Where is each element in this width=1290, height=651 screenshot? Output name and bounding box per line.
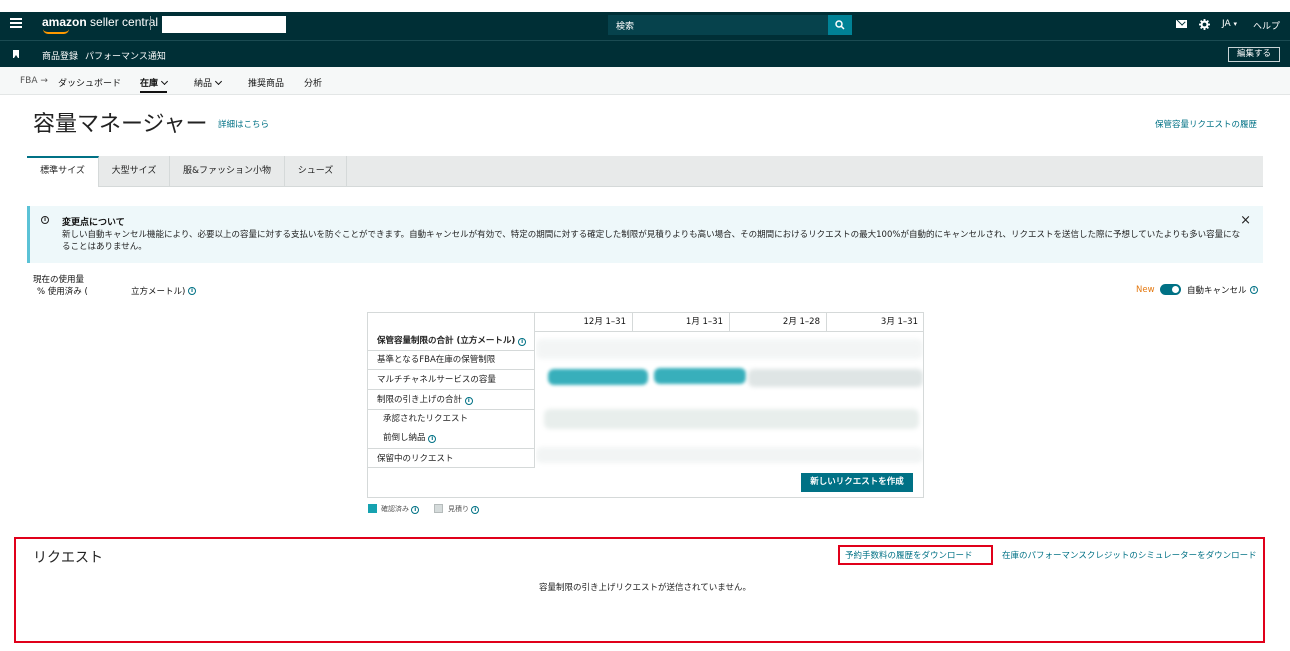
help-link[interactable]: ヘルプ bbox=[1253, 19, 1280, 32]
legend-confirmed: 確認済み i bbox=[381, 504, 420, 514]
tab-apparel[interactable]: 服&ファッション小物 bbox=[170, 156, 285, 187]
info-icon[interactable]: i bbox=[471, 506, 480, 514]
bookmark-bar: 商品登録 パフォーマンス通知 編集する bbox=[0, 40, 1290, 67]
legend-swatch-confirmed bbox=[368, 504, 377, 513]
info-icon[interactable]: i bbox=[411, 506, 420, 514]
info-icon[interactable]: i bbox=[1250, 286, 1258, 294]
capacity-table-header: 12月 1–31 1月 1–31 2月 1–28 3月 1–31 bbox=[534, 312, 924, 332]
mail-icon[interactable] bbox=[1176, 20, 1187, 28]
row-label: 保管容量制限の合計 (立方メートル) bbox=[377, 336, 516, 346]
create-new-request-button[interactable]: 新しいリクエストを作成 bbox=[801, 473, 913, 492]
auto-cancel-label: 自動キャンセル bbox=[1187, 286, 1247, 296]
chart-bar-estimated bbox=[536, 339, 923, 359]
breadcrumb-label: FBA bbox=[20, 76, 38, 86]
account-switcher[interactable] bbox=[162, 16, 286, 33]
info-icon[interactable]: i bbox=[464, 397, 473, 405]
info-icon[interactable]: i bbox=[428, 435, 437, 443]
menu-icon[interactable] bbox=[10, 18, 22, 28]
row-pending-requests: 保留中のリクエスト bbox=[367, 448, 535, 468]
legend-swatch-estimated bbox=[434, 504, 443, 513]
details-link[interactable]: 詳細はこちら bbox=[218, 118, 269, 130]
nav-recommendations[interactable]: 推奨商品 bbox=[248, 76, 284, 89]
legend-estimated: 見積り i bbox=[448, 504, 480, 514]
search-input[interactable]: 検索 bbox=[608, 15, 828, 35]
row-increase-total: 制限の引き上げの合計 i bbox=[367, 390, 535, 410]
nav-analytics[interactable]: 分析 bbox=[304, 76, 322, 89]
column-header: 12月 1–31 bbox=[534, 312, 632, 332]
edit-bookmarks-button[interactable]: 編集する bbox=[1228, 47, 1280, 62]
top-bar: amazon seller central 検索 JA ▾ ヘルプ bbox=[0, 0, 1290, 40]
column-header: 2月 1–28 bbox=[729, 312, 826, 332]
usage-percent: % 使用済み ( bbox=[37, 287, 88, 297]
divider bbox=[150, 16, 151, 30]
legend-label: 確認済み bbox=[381, 505, 409, 513]
nav-dashboard[interactable]: ダッシュボード bbox=[58, 76, 121, 89]
current-usage-label: 現在の使用量 bbox=[33, 275, 85, 285]
tab-oversize[interactable]: 大型サイズ bbox=[99, 156, 170, 187]
nav-shipments-label: 納品 bbox=[194, 79, 213, 89]
row-mcf-capacity: マルチチャネルサービスの容量 bbox=[367, 370, 535, 390]
search-button[interactable] bbox=[828, 15, 852, 35]
chevron-down-icon bbox=[160, 77, 169, 86]
new-badge: New bbox=[1136, 285, 1155, 295]
auto-cancel-toggle[interactable] bbox=[1160, 284, 1181, 295]
tab-shoes[interactable]: シューズ bbox=[285, 156, 347, 187]
change-notice-alert: i 変更点について 新しい自動キャンセル機能により、必要以上の容量に対する支払い… bbox=[27, 206, 1263, 263]
search-icon bbox=[835, 20, 845, 30]
row-early-shipment: 前倒し納品 i bbox=[367, 428, 535, 448]
breadcrumb-fba[interactable]: FBA → bbox=[20, 76, 48, 86]
size-tabs: 標準サイズ 大型サイズ 服&ファッション小物 シューズ bbox=[27, 156, 1263, 187]
requests-title: リクエスト bbox=[33, 550, 103, 566]
chart-bar-estimated bbox=[544, 409, 919, 429]
bookmark-icon bbox=[13, 50, 19, 58]
row-approved-requests: 承認されたリクエスト bbox=[367, 409, 535, 429]
fba-nav: FBA → ダッシュボード 在庫 納品 推奨商品 分析 bbox=[0, 67, 1290, 95]
legend-label: 見積り bbox=[448, 505, 469, 513]
download-simulator-link[interactable]: 在庫のパフォーマンスクレジットのシミュレーターをダウンロード bbox=[1002, 549, 1257, 561]
bookmark-item-performance[interactable]: パフォーマンス通知 bbox=[85, 49, 166, 62]
logo-brand: amazon bbox=[42, 15, 87, 29]
chart-bar-estimated bbox=[748, 369, 923, 387]
gear-icon[interactable] bbox=[1199, 19, 1210, 30]
close-icon[interactable]: × bbox=[1240, 213, 1251, 228]
alert-body: 新しい自動キャンセル機能により、必要以上の容量に対する支払いを防ぐことができます… bbox=[62, 230, 1241, 252]
row-base-limit: 基準となるFBA在庫の保管制限 bbox=[367, 350, 535, 370]
chevron-down-icon: ▾ bbox=[1233, 20, 1238, 28]
info-icon[interactable]: i bbox=[188, 287, 196, 295]
nav-inventory-label: 在庫 bbox=[140, 79, 159, 89]
usage-unit: 立方メートル) bbox=[131, 287, 186, 297]
empty-requests-message: 容量制限の引き上げリクエストが送信されていません。 bbox=[539, 583, 751, 593]
info-icon: i bbox=[41, 216, 49, 224]
arrow-right-icon: → bbox=[40, 76, 48, 86]
chart-bar-confirmed bbox=[654, 368, 746, 384]
column-header: 1月 1–31 bbox=[632, 312, 729, 332]
chart-bar-estimated bbox=[536, 447, 923, 463]
bookmark-item-listing[interactable]: 商品登録 bbox=[42, 49, 78, 62]
search-placeholder: 検索 bbox=[616, 22, 635, 32]
logo-product: seller central bbox=[90, 15, 159, 29]
row-label: 前倒し納品 bbox=[383, 433, 426, 443]
row-total-limit: 保管容量制限の合計 (立方メートル) i bbox=[367, 331, 535, 351]
info-icon[interactable]: i bbox=[518, 338, 527, 346]
logo-smile-icon bbox=[43, 29, 69, 34]
chart-bar-confirmed bbox=[548, 369, 648, 385]
nav-shipments[interactable]: 納品 bbox=[194, 76, 223, 89]
chevron-down-icon bbox=[214, 77, 223, 86]
nav-inventory[interactable]: 在庫 bbox=[140, 76, 169, 93]
alert-title: 変更点について bbox=[62, 218, 125, 228]
tab-standard-size[interactable]: 標準サイズ bbox=[27, 156, 99, 187]
storage-request-history-link[interactable]: 保管容量リクエストの履歴 bbox=[1155, 118, 1257, 130]
download-fee-history-link[interactable]: 予約手数料の履歴をダウンロード bbox=[845, 549, 973, 561]
column-header: 3月 1–31 bbox=[826, 312, 924, 332]
capacity-chart-blurred bbox=[536, 333, 923, 469]
language-label: JA bbox=[1222, 19, 1231, 29]
page-title: 容量マネージャー bbox=[33, 112, 208, 137]
seller-central-logo[interactable]: amazon seller central bbox=[42, 15, 159, 34]
language-selector[interactable]: JA ▾ bbox=[1222, 19, 1237, 29]
row-label: 制限の引き上げの合計 bbox=[377, 395, 463, 405]
